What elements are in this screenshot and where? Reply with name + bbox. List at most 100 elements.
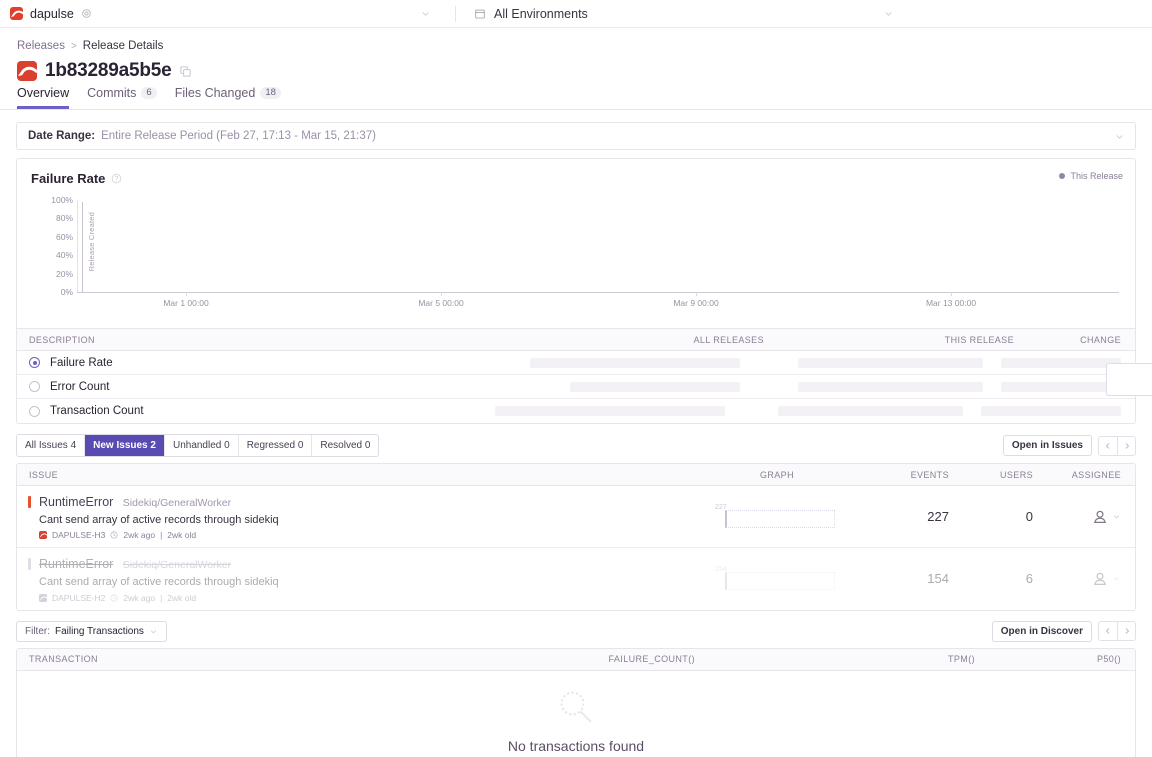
open-in-discover-button[interactable]: Open in Discover: [992, 621, 1092, 642]
previous-page-button[interactable]: [1098, 621, 1117, 641]
sentry-logo-icon: [17, 61, 37, 81]
chevron-down-icon[interactable]: [420, 8, 431, 19]
issue-first-seen: 2wk old: [167, 530, 196, 540]
previous-page-button[interactable]: [1098, 436, 1117, 456]
breadcrumb-releases[interactable]: Releases: [17, 40, 65, 52]
organization-switcher[interactable]: dapulse: [0, 0, 455, 28]
column-header-issue: ISSUE: [17, 470, 707, 480]
filter-count: 0: [298, 440, 304, 451]
filter-unhandled[interactable]: Unhandled 0: [165, 435, 239, 456]
chevron-down-icon[interactable]: [1112, 574, 1121, 583]
radio-icon[interactable]: [29, 381, 40, 392]
filter-resolved[interactable]: Resolved 0: [312, 435, 378, 456]
sentry-logo-icon: [39, 594, 47, 602]
failure-rate-panel: Failure Rate This Release 100% 80% 60% 4…: [16, 158, 1136, 424]
column-header-tpm: TPM(): [705, 654, 985, 664]
filter-label: Resolved: [320, 440, 362, 451]
cell-this-release: [758, 358, 1001, 368]
y-tick: 0%: [61, 287, 73, 297]
issue-assignee-selector[interactable]: [1049, 509, 1135, 525]
cell-all-releases: [477, 382, 758, 392]
legend-label: This Release: [1070, 171, 1123, 181]
filter-label: Unhandled: [173, 440, 221, 451]
issue-type: RuntimeError: [39, 557, 113, 571]
cell-change: [1001, 358, 1135, 368]
x-tick-mark: [696, 292, 697, 296]
issue-short-id: DAPULSE-H2: [52, 593, 105, 603]
issue-assignee-selector[interactable]: [1049, 571, 1135, 587]
comparison-row-error-count[interactable]: Error Count: [17, 381, 477, 393]
gear-icon[interactable]: [81, 8, 92, 19]
chevron-down-icon[interactable]: [1112, 512, 1121, 521]
table-row[interactable]: RuntimeError Sidekiq/GeneralWorker Cant …: [17, 486, 1135, 548]
issue-culprit: Sidekiq/GeneralWorker: [123, 559, 231, 571]
column-header-events: EVENTS: [847, 470, 967, 480]
next-page-button[interactable]: [1117, 436, 1136, 456]
error-level-indicator: [28, 496, 31, 508]
question-circle-icon[interactable]: [111, 173, 122, 184]
filter-count: 0: [365, 440, 371, 451]
issue-summary[interactable]: RuntimeError Sidekiq/GeneralWorker Cant …: [17, 486, 707, 547]
user-avatar-icon: [1092, 509, 1108, 525]
transaction-filter-dropdown[interactable]: Filter: Failing Transactions: [16, 621, 167, 642]
filter-label: New Issues: [93, 440, 147, 451]
radio-selected-icon[interactable]: [29, 357, 40, 368]
empty-state: No transactions found: [17, 671, 1135, 757]
x-tick-mark: [951, 292, 952, 296]
release-tabs: Overview Commits 6 Files Changed 18: [0, 82, 1152, 110]
legend-dot: [1059, 173, 1065, 179]
tab-files-changed[interactable]: Files Changed 18: [175, 87, 281, 110]
chevron-down-icon[interactable]: [883, 8, 894, 19]
chevron-left-icon: [1104, 442, 1112, 450]
tab-commits[interactable]: Commits 6: [87, 87, 157, 110]
chevron-right-icon: [1123, 442, 1131, 450]
cell-all-releases: [477, 358, 758, 368]
issue-summary[interactable]: RuntimeError Sidekiq/GeneralWorker Cant …: [17, 548, 707, 609]
environment-selector[interactable]: All Environments: [456, 0, 1152, 28]
filter-label: Filter:: [25, 626, 50, 637]
cell-this-release: [758, 382, 1001, 392]
filter-regressed[interactable]: Regressed 0: [239, 435, 313, 456]
organization-name: dapulse: [30, 7, 74, 21]
issue-events-count: 154: [847, 571, 967, 586]
radio-icon[interactable]: [29, 406, 40, 417]
filter-new-issues[interactable]: New Issues 2: [85, 435, 165, 456]
tab-overview[interactable]: Overview: [17, 87, 69, 110]
issue-sparkline: 154: [707, 564, 847, 594]
issue-culprit: Sidekiq/GeneralWorker: [123, 497, 231, 509]
top-bar: dapulse All Environments: [0, 0, 1152, 28]
transactions-actions: Open in Discover: [992, 621, 1136, 642]
filter-all-issues[interactable]: All Issues 4: [17, 435, 85, 456]
chevron-right-icon: [1123, 627, 1131, 635]
x-tick: Mar 9 00:00: [673, 298, 718, 308]
failure-rate-chart: 100% 80% 60% 40% 20% 0% Release Created …: [31, 200, 1121, 310]
table-row[interactable]: RuntimeError Sidekiq/GeneralWorker Cant …: [17, 548, 1135, 609]
filter-count: 4: [71, 440, 77, 451]
column-header-transaction: TRANSACTION: [17, 654, 425, 664]
table-row[interactable]: Transaction Count: [17, 399, 1135, 423]
table-header-row: ISSUE GRAPH EVENTS USERS ASSIGNEE: [17, 464, 1135, 486]
table-row[interactable]: Error Count: [17, 375, 1135, 399]
open-in-issues-button[interactable]: Open in Issues: [1003, 435, 1092, 456]
next-page-button[interactable]: [1117, 621, 1136, 641]
table-header-row: DESCRIPTION ALL RELEASES THIS RELEASE CH…: [17, 329, 1135, 351]
page-title: 1b83289a5b5e: [45, 60, 171, 82]
filter-label: All Issues: [25, 440, 68, 451]
table-row[interactable]: Failure Rate: [17, 351, 1135, 375]
column-header-all-releases: ALL RELEASES: [492, 335, 782, 345]
release-created-label: Release Created: [87, 212, 96, 271]
sentry-logo-icon: [10, 7, 23, 20]
y-tick: 60%: [56, 232, 73, 242]
filter-value: Failing Transactions: [55, 626, 144, 637]
window-icon: [474, 8, 486, 20]
release-details-page: dapulse All Environments Releases > Rele…: [0, 0, 1152, 757]
comparison-row-failure-rate[interactable]: Failure Rate: [17, 357, 477, 369]
date-range-selector[interactable]: Date Range: Entire Release Period (Feb 2…: [16, 122, 1136, 150]
comparison-row-transaction-count[interactable]: Transaction Count: [17, 405, 468, 417]
tab-label: Commits: [87, 87, 136, 100]
y-tick: 100%: [51, 195, 73, 205]
issue-last-seen: 2wk ago: [123, 593, 155, 603]
copy-icon[interactable]: [179, 65, 192, 78]
chevron-down-icon[interactable]: [1114, 131, 1125, 142]
cell-change: [981, 406, 1135, 416]
